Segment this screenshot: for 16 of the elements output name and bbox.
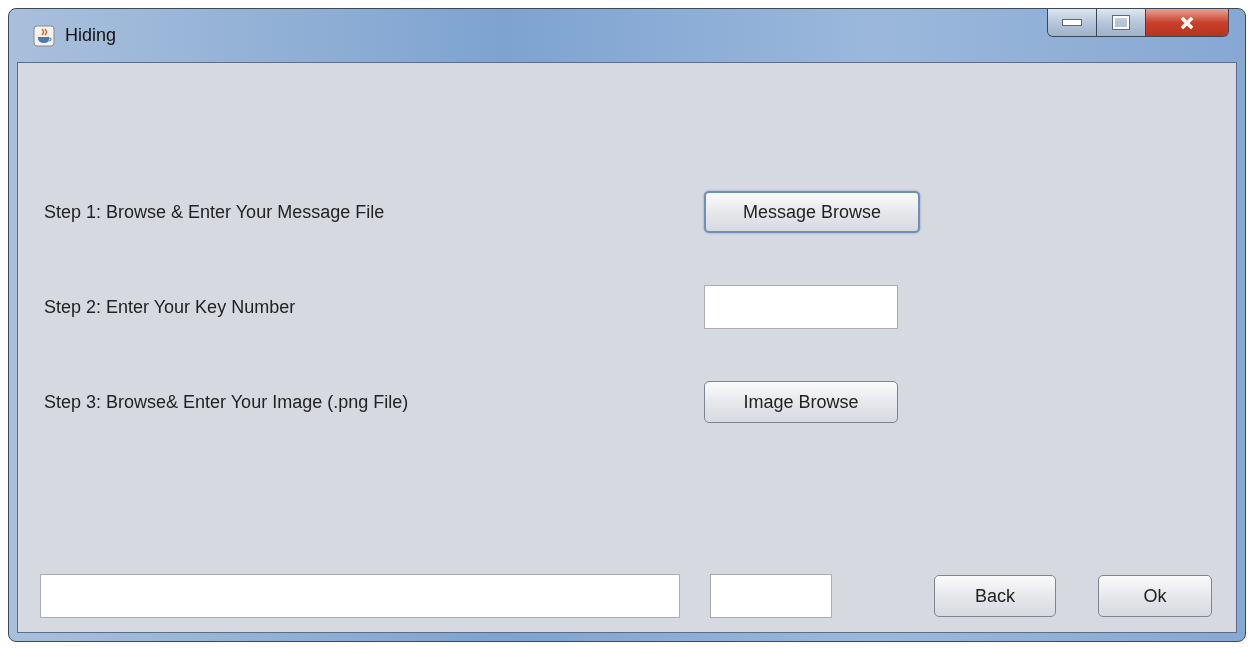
maximize-button[interactable]: [1097, 9, 1146, 36]
key-number-field[interactable]: [704, 285, 898, 329]
dialog-button[interactable]: Back: [934, 575, 1056, 617]
close-icon: [1179, 15, 1195, 30]
step-label: Step 1: Browse & Enter Your Message File: [44, 201, 386, 223]
coffee-cup-icon: [33, 24, 55, 47]
text-field[interactable]: [40, 574, 680, 618]
text-field[interactable]: [710, 574, 832, 618]
step-label: Step 2: Enter Your Key Number: [44, 296, 297, 318]
minimize-button[interactable]: [1048, 9, 1097, 36]
window-title: Hiding: [65, 25, 117, 46]
close-button[interactable]: [1146, 9, 1228, 36]
dialog-button[interactable]: Ok: [1098, 575, 1212, 617]
browse-button[interactable]: Image Browse: [704, 381, 898, 423]
browse-button[interactable]: Message Browse: [704, 191, 920, 233]
step-label: Step 3: Browse& Enter Your Image (.png File): [44, 391, 410, 413]
